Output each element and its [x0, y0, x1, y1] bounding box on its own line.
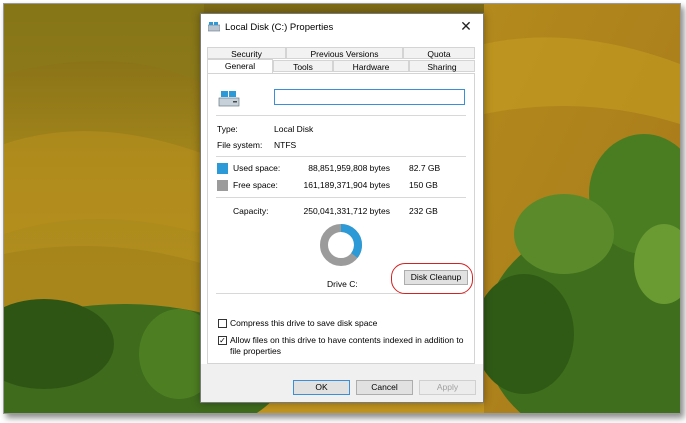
drive-icon	[208, 22, 220, 32]
tab-security[interactable]: Security	[207, 47, 286, 59]
file-system-value: NTFS	[274, 140, 297, 150]
separator	[216, 115, 466, 116]
drive-large-icon	[218, 91, 240, 107]
free-space-swatch	[217, 180, 228, 191]
free-space-bytes: 161,189,371,904 bytes	[303, 180, 391, 190]
properties-dialog: Local Disk (C:) Properties ✕ Security Pr…	[200, 13, 484, 403]
file-system-label: File system:	[217, 140, 263, 150]
capacity-bytes: 250,041,331,712 bytes	[303, 206, 391, 216]
used-space-label: Used space:	[233, 163, 281, 173]
tab-hardware[interactable]: Hardware	[333, 60, 409, 72]
ok-button[interactable]: OK	[293, 380, 350, 395]
index-label-line2: file properties	[230, 346, 282, 356]
separator	[216, 197, 466, 198]
drive-name-input[interactable]	[274, 89, 465, 105]
highlight-circle	[391, 263, 473, 294]
dialog-title: Local Disk (C:) Properties	[225, 22, 334, 33]
index-checkbox[interactable]: ✓	[218, 336, 227, 345]
disk-usage-donut	[320, 224, 362, 266]
capacity-label: Capacity:	[233, 206, 269, 216]
tab-sharing[interactable]: Sharing	[409, 60, 475, 72]
free-space-label: Free space:	[233, 180, 278, 190]
separator	[216, 156, 466, 157]
close-button[interactable]: ✕	[449, 14, 483, 38]
capacity-size: 232 GB	[409, 206, 438, 216]
tab-general[interactable]: General	[207, 59, 273, 73]
title-bar: Local Disk (C:) Properties ✕	[201, 14, 483, 40]
used-space-bytes: 88,851,959,808 bytes	[308, 163, 390, 173]
type-label: Type:	[217, 124, 238, 134]
drive-label: Drive C:	[327, 279, 358, 289]
cancel-button[interactable]: Cancel	[356, 380, 413, 395]
tab-previous-versions[interactable]: Previous Versions	[286, 47, 403, 59]
apply-button[interactable]: Apply	[419, 380, 476, 395]
compress-checkbox[interactable]	[218, 319, 227, 328]
free-space-size: 150 GB	[409, 180, 438, 190]
used-space-swatch	[217, 163, 228, 174]
index-label-line1: Allow files on this drive to have conten…	[230, 335, 464, 345]
compress-label: Compress this drive to save disk space	[230, 318, 378, 328]
type-value: Local Disk	[274, 124, 314, 134]
tab-quota[interactable]: Quota	[403, 47, 475, 59]
used-space-size: 82.7 GB	[409, 163, 441, 173]
tab-tools[interactable]: Tools	[273, 60, 333, 72]
